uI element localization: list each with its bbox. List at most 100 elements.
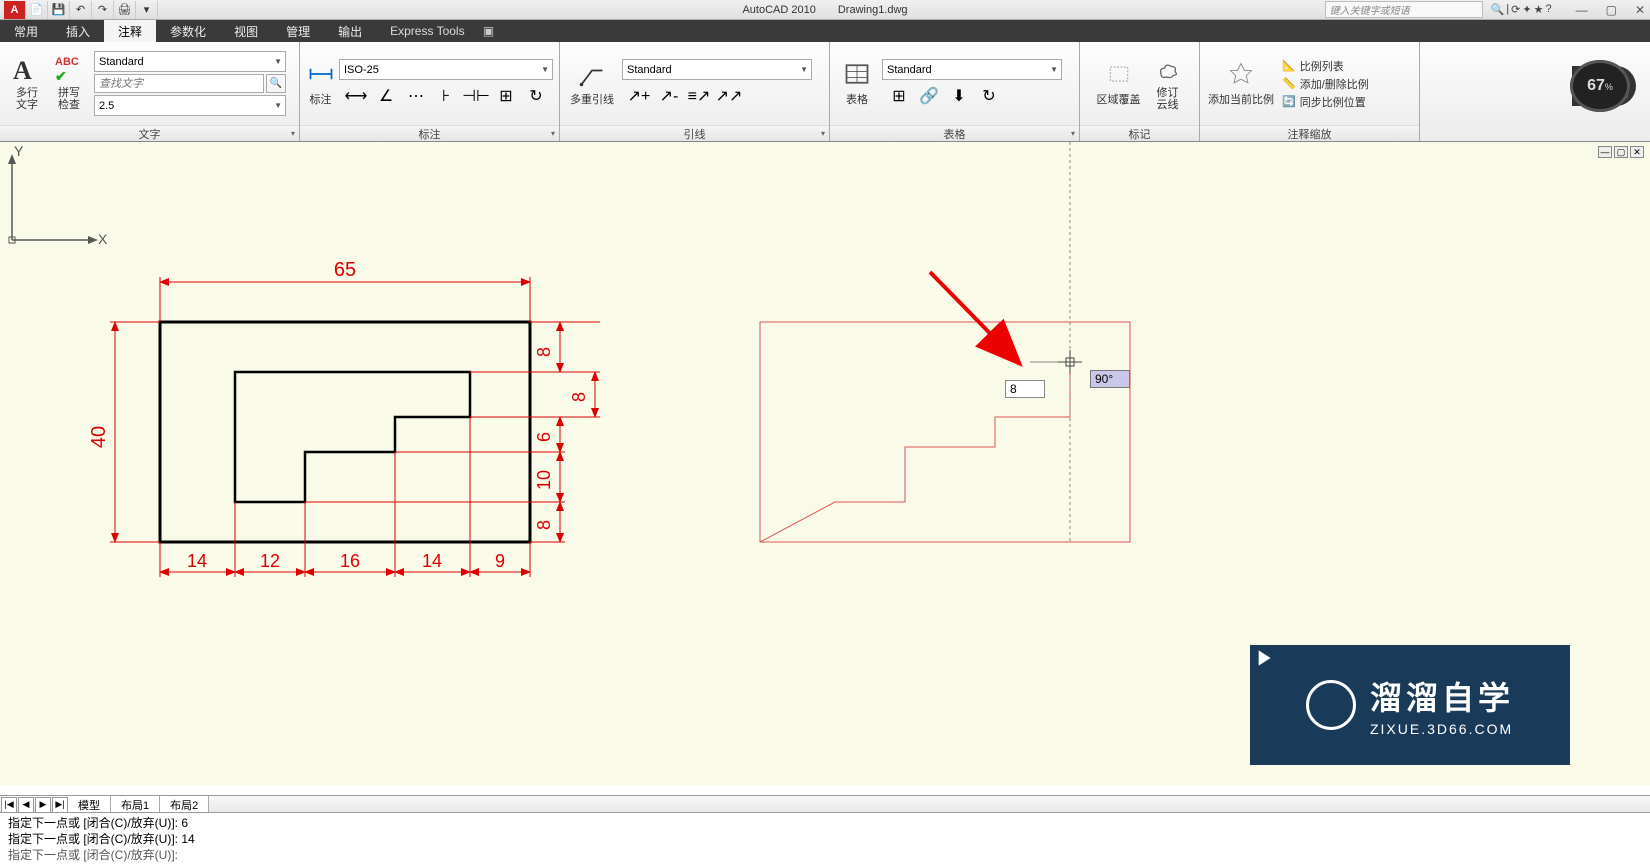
tab-insert[interactable]: 插入 xyxy=(52,20,104,42)
table-tool-icons: ⊞ 🔗 ⬇ ↻ xyxy=(882,84,1062,108)
table-link-icon[interactable]: 🔗 xyxy=(916,84,942,108)
dynamic-distance-input[interactable]: 8 xyxy=(1005,380,1045,398)
panel-text-title: 文字▾ xyxy=(0,125,299,141)
qat-print-icon[interactable]: 🖨 xyxy=(114,1,136,19)
search-icon[interactable]: 🔍 xyxy=(1491,3,1505,16)
app-name: AutoCAD 2010 xyxy=(742,4,815,16)
find-go-icon[interactable]: 🔍 xyxy=(266,74,286,93)
ribbon-expand-icon[interactable]: ▣ xyxy=(479,20,499,42)
tab-annotate[interactable]: 注释 xyxy=(104,20,156,42)
table-refresh-icon[interactable]: ↻ xyxy=(976,84,1002,108)
textheight-combo[interactable]: 2.5▼ xyxy=(94,95,286,116)
panel-text: A 多行 文字 ABC✔ 拼写 检查 Standard▼ 🔍 2.5▼ 文字▾ xyxy=(0,42,300,141)
leader-collect-icon[interactable]: ↗↗ xyxy=(716,84,742,108)
svg-text:Y: Y xyxy=(14,143,24,159)
tab-next-icon[interactable]: ▶ xyxy=(35,797,51,813)
panel-dimension: 标注 ISO-25▼ ⟷ ∠ ⋯ ⊦ ⊣⊢ ⊞ ↻ 标注▾ xyxy=(300,42,560,141)
layout-tab-model[interactable]: 模型 xyxy=(68,796,111,813)
table-button[interactable]: 表格 xyxy=(836,60,878,107)
table-download-icon[interactable]: ⬇ xyxy=(946,84,972,108)
qat-dd-icon[interactable]: ▾ xyxy=(136,1,158,19)
leader-align-icon[interactable]: ≡↗ xyxy=(686,84,712,108)
leader-remove-icon[interactable]: ↗- xyxy=(656,84,682,108)
panel-leader: 多重引线 Standard▼ ↗+ ↗- ≡↗ ↗↗ 引线▾ xyxy=(560,42,830,141)
mtext-button[interactable]: A 多行 文字 xyxy=(6,56,48,111)
dim-continue-icon[interactable]: ⋯ xyxy=(403,84,429,108)
dimension-label: 标注 xyxy=(310,91,332,107)
tab-parametric[interactable]: 参数化 xyxy=(156,20,220,42)
tab-express[interactable]: Express Tools xyxy=(376,20,478,42)
qat-save-icon[interactable]: 💾 xyxy=(48,1,70,19)
scalelist-icon: 📐 xyxy=(1282,59,1296,72)
spellcheck-button[interactable]: ABC✔ 拼写 检查 xyxy=(48,56,90,111)
qat-undo-icon[interactable]: ↶ xyxy=(70,1,92,19)
layout-tab-1[interactable]: 布局1 xyxy=(111,796,160,813)
ribbon-tabs: 常用 插入 注释 参数化 视图 管理 输出 Express Tools ▣ xyxy=(0,20,1650,42)
dim-angular-icon[interactable]: ∠ xyxy=(373,84,399,108)
tab-last-icon[interactable]: ▶| xyxy=(52,797,68,813)
doc-name: Drawing1.dwg xyxy=(838,4,908,16)
svg-text:14: 14 xyxy=(422,551,442,571)
addremovescale-item[interactable]: 📏添加/删除比例 xyxy=(1282,76,1369,92)
tab-home[interactable]: 常用 xyxy=(0,20,52,42)
quick-access-toolbar: A 📄 💾 ↶ ↷ 🖨 ▾ xyxy=(0,1,158,19)
wipeout-label: 区域覆盖 xyxy=(1097,91,1141,107)
comm-icon[interactable]: ✦ xyxy=(1522,3,1531,16)
addscale-button[interactable]: 添加当前比例 xyxy=(1206,60,1276,107)
syncscale-item[interactable]: 🔄同步比例位置 xyxy=(1282,94,1369,110)
panel-annoscale: 添加当前比例 📐比例列表 📏添加/删除比例 🔄同步比例位置 注释缩放 xyxy=(1200,42,1420,141)
maximize-button[interactable]: ▢ xyxy=(1606,3,1617,17)
mtext-label: 多行 文字 xyxy=(16,87,38,111)
panel-markup: 区域覆盖 修订 云线 标记 xyxy=(1080,42,1200,141)
command-line[interactable]: 指定下一点或 [闭合(C)/放弃(U)]: 6 指定下一点或 [闭合(C)/放弃… xyxy=(0,812,1650,865)
cmd-history-2: 指定下一点或 [闭合(C)/放弃(U)]: 14 xyxy=(8,831,1642,847)
vp-max-icon[interactable]: ▢ xyxy=(1614,146,1628,158)
svg-text:16: 16 xyxy=(340,551,360,571)
close-button[interactable]: ✕ xyxy=(1635,3,1645,17)
mleaderstyle-combo[interactable]: Standard▼ xyxy=(622,59,812,80)
fav-icon[interactable]: ★ xyxy=(1534,3,1544,16)
title-center: AutoCAD 2010 Drawing1.dwg xyxy=(742,4,907,16)
subscription-icon[interactable]: ⟳ xyxy=(1511,3,1520,16)
addscale-label: 添加当前比例 xyxy=(1208,91,1274,107)
minimize-button[interactable]: — xyxy=(1576,3,1588,17)
search-input[interactable]: 键入关键字或短语 xyxy=(1325,1,1483,18)
scalelist-item[interactable]: 📐比例列表 xyxy=(1282,58,1369,74)
ucs-icon: Y X xyxy=(0,142,110,252)
textstyle-combo[interactable]: Standard▼ xyxy=(94,51,286,72)
table-extract-icon[interactable]: ⊞ xyxy=(886,84,912,108)
dimstyle-combo[interactable]: ISO-25▼ xyxy=(339,59,553,80)
dimension-button[interactable]: 标注 xyxy=(306,60,335,107)
sep: | xyxy=(1506,3,1509,16)
dim-tolerance-icon[interactable]: ⊞ xyxy=(493,84,519,108)
panel-table-title: 表格▾ xyxy=(830,125,1079,141)
app-menu-button[interactable]: A xyxy=(4,1,26,19)
dynamic-angle-input[interactable]: 90° xyxy=(1090,370,1130,388)
qat-new-icon[interactable]: 📄 xyxy=(26,1,48,19)
dim-linear-icon[interactable]: ⟷ xyxy=(343,84,369,108)
dynamic-distance-value: 8 xyxy=(1010,382,1017,396)
tablestyle-combo[interactable]: Standard▼ xyxy=(882,59,1062,80)
tab-view[interactable]: 视图 xyxy=(220,20,272,42)
tab-manage[interactable]: 管理 xyxy=(272,20,324,42)
tab-first-icon[interactable]: |◀ xyxy=(1,797,17,813)
dim-break-icon[interactable]: ⊣⊢ xyxy=(463,84,489,108)
wipeout-button[interactable]: 区域覆盖 xyxy=(1091,60,1147,107)
qat-redo-icon[interactable]: ↷ xyxy=(92,1,114,19)
mleader-button[interactable]: 多重引线 xyxy=(566,60,618,107)
vp-close-icon[interactable]: ✕ xyxy=(1630,146,1644,158)
dim-ordinate-icon[interactable]: ⊦ xyxy=(433,84,459,108)
vp-min-icon[interactable]: — xyxy=(1598,146,1612,158)
tab-output[interactable]: 输出 xyxy=(324,20,376,42)
title-right: 键入关键字或短语 🔍 | ⟳ ✦ ★ ? — ▢ ✕ xyxy=(1325,1,1645,18)
help-icon[interactable]: ? xyxy=(1545,3,1551,16)
revcloud-button[interactable]: 修订 云线 xyxy=(1147,56,1189,111)
panel-annoscale-title: 注释缩放 xyxy=(1200,125,1419,141)
tab-prev-icon[interactable]: ◀ xyxy=(18,797,34,813)
cmd-prompt: 指定下一点或 [闭合(C)/放弃(U)]: xyxy=(8,847,1642,863)
drawing-canvas[interactable]: 65 40 8 8 xyxy=(0,142,1650,785)
dim-update-icon[interactable]: ↻ xyxy=(523,84,549,108)
layout-tab-2[interactable]: 布局2 xyxy=(160,796,209,813)
findtext-input[interactable] xyxy=(94,74,264,93)
leader-add-icon[interactable]: ↗+ xyxy=(626,84,652,108)
